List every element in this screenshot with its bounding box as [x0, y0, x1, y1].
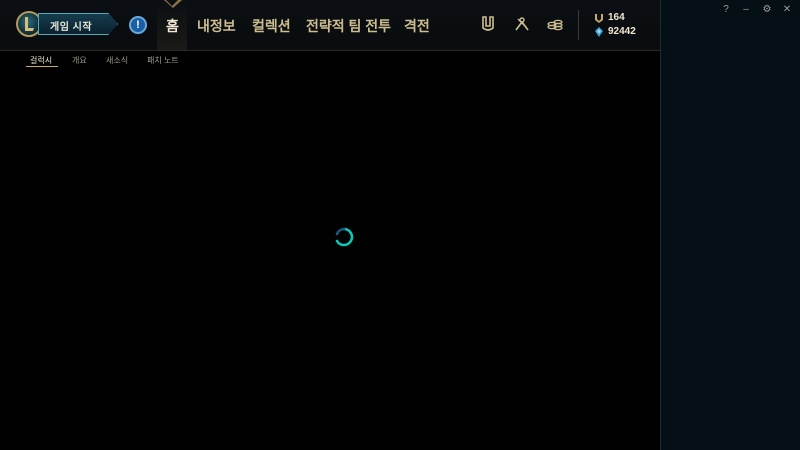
- riot-points-value[interactable]: 164: [608, 12, 625, 23]
- nav-home[interactable]: 홈: [166, 16, 179, 36]
- nav-collection[interactable]: 컬렉션: [252, 16, 291, 36]
- nav-profile[interactable]: 내정보: [197, 16, 236, 36]
- subnav-tab-galaxy[interactable]: 걸럭시: [30, 55, 52, 66]
- store-coins-icon[interactable]: [546, 15, 564, 33]
- subnav-tab-overview[interactable]: 개요: [72, 55, 87, 66]
- alert-icon[interactable]: !: [129, 16, 147, 34]
- loot-icon[interactable]: [513, 15, 531, 33]
- play-button-label[interactable]: 게임 시작: [50, 18, 92, 33]
- subnav-tab-patch-notes[interactable]: 패치 노트: [147, 55, 179, 66]
- subnav-active-underline: [26, 66, 58, 67]
- subnav-tab-news[interactable]: 새소식: [106, 55, 128, 66]
- blue-essence-value[interactable]: 92442: [608, 26, 636, 37]
- riot-points-icon: [595, 14, 603, 23]
- loading-spinner-icon: [335, 227, 354, 247]
- social-panel: [660, 0, 800, 450]
- nav-clash[interactable]: 격전: [404, 16, 430, 36]
- clash-shield-icon[interactable]: [479, 15, 497, 33]
- help-button[interactable]: ?: [720, 4, 732, 15]
- minimize-button[interactable]: –: [740, 4, 752, 15]
- close-button[interactable]: ✕: [781, 4, 793, 15]
- blue-essence-icon: [595, 27, 603, 37]
- home-content-area: [0, 0, 660, 450]
- header-divider: [578, 10, 579, 40]
- settings-button[interactable]: ⚙: [761, 4, 773, 15]
- nav-tft[interactable]: 전략적 팀 전투: [306, 16, 391, 36]
